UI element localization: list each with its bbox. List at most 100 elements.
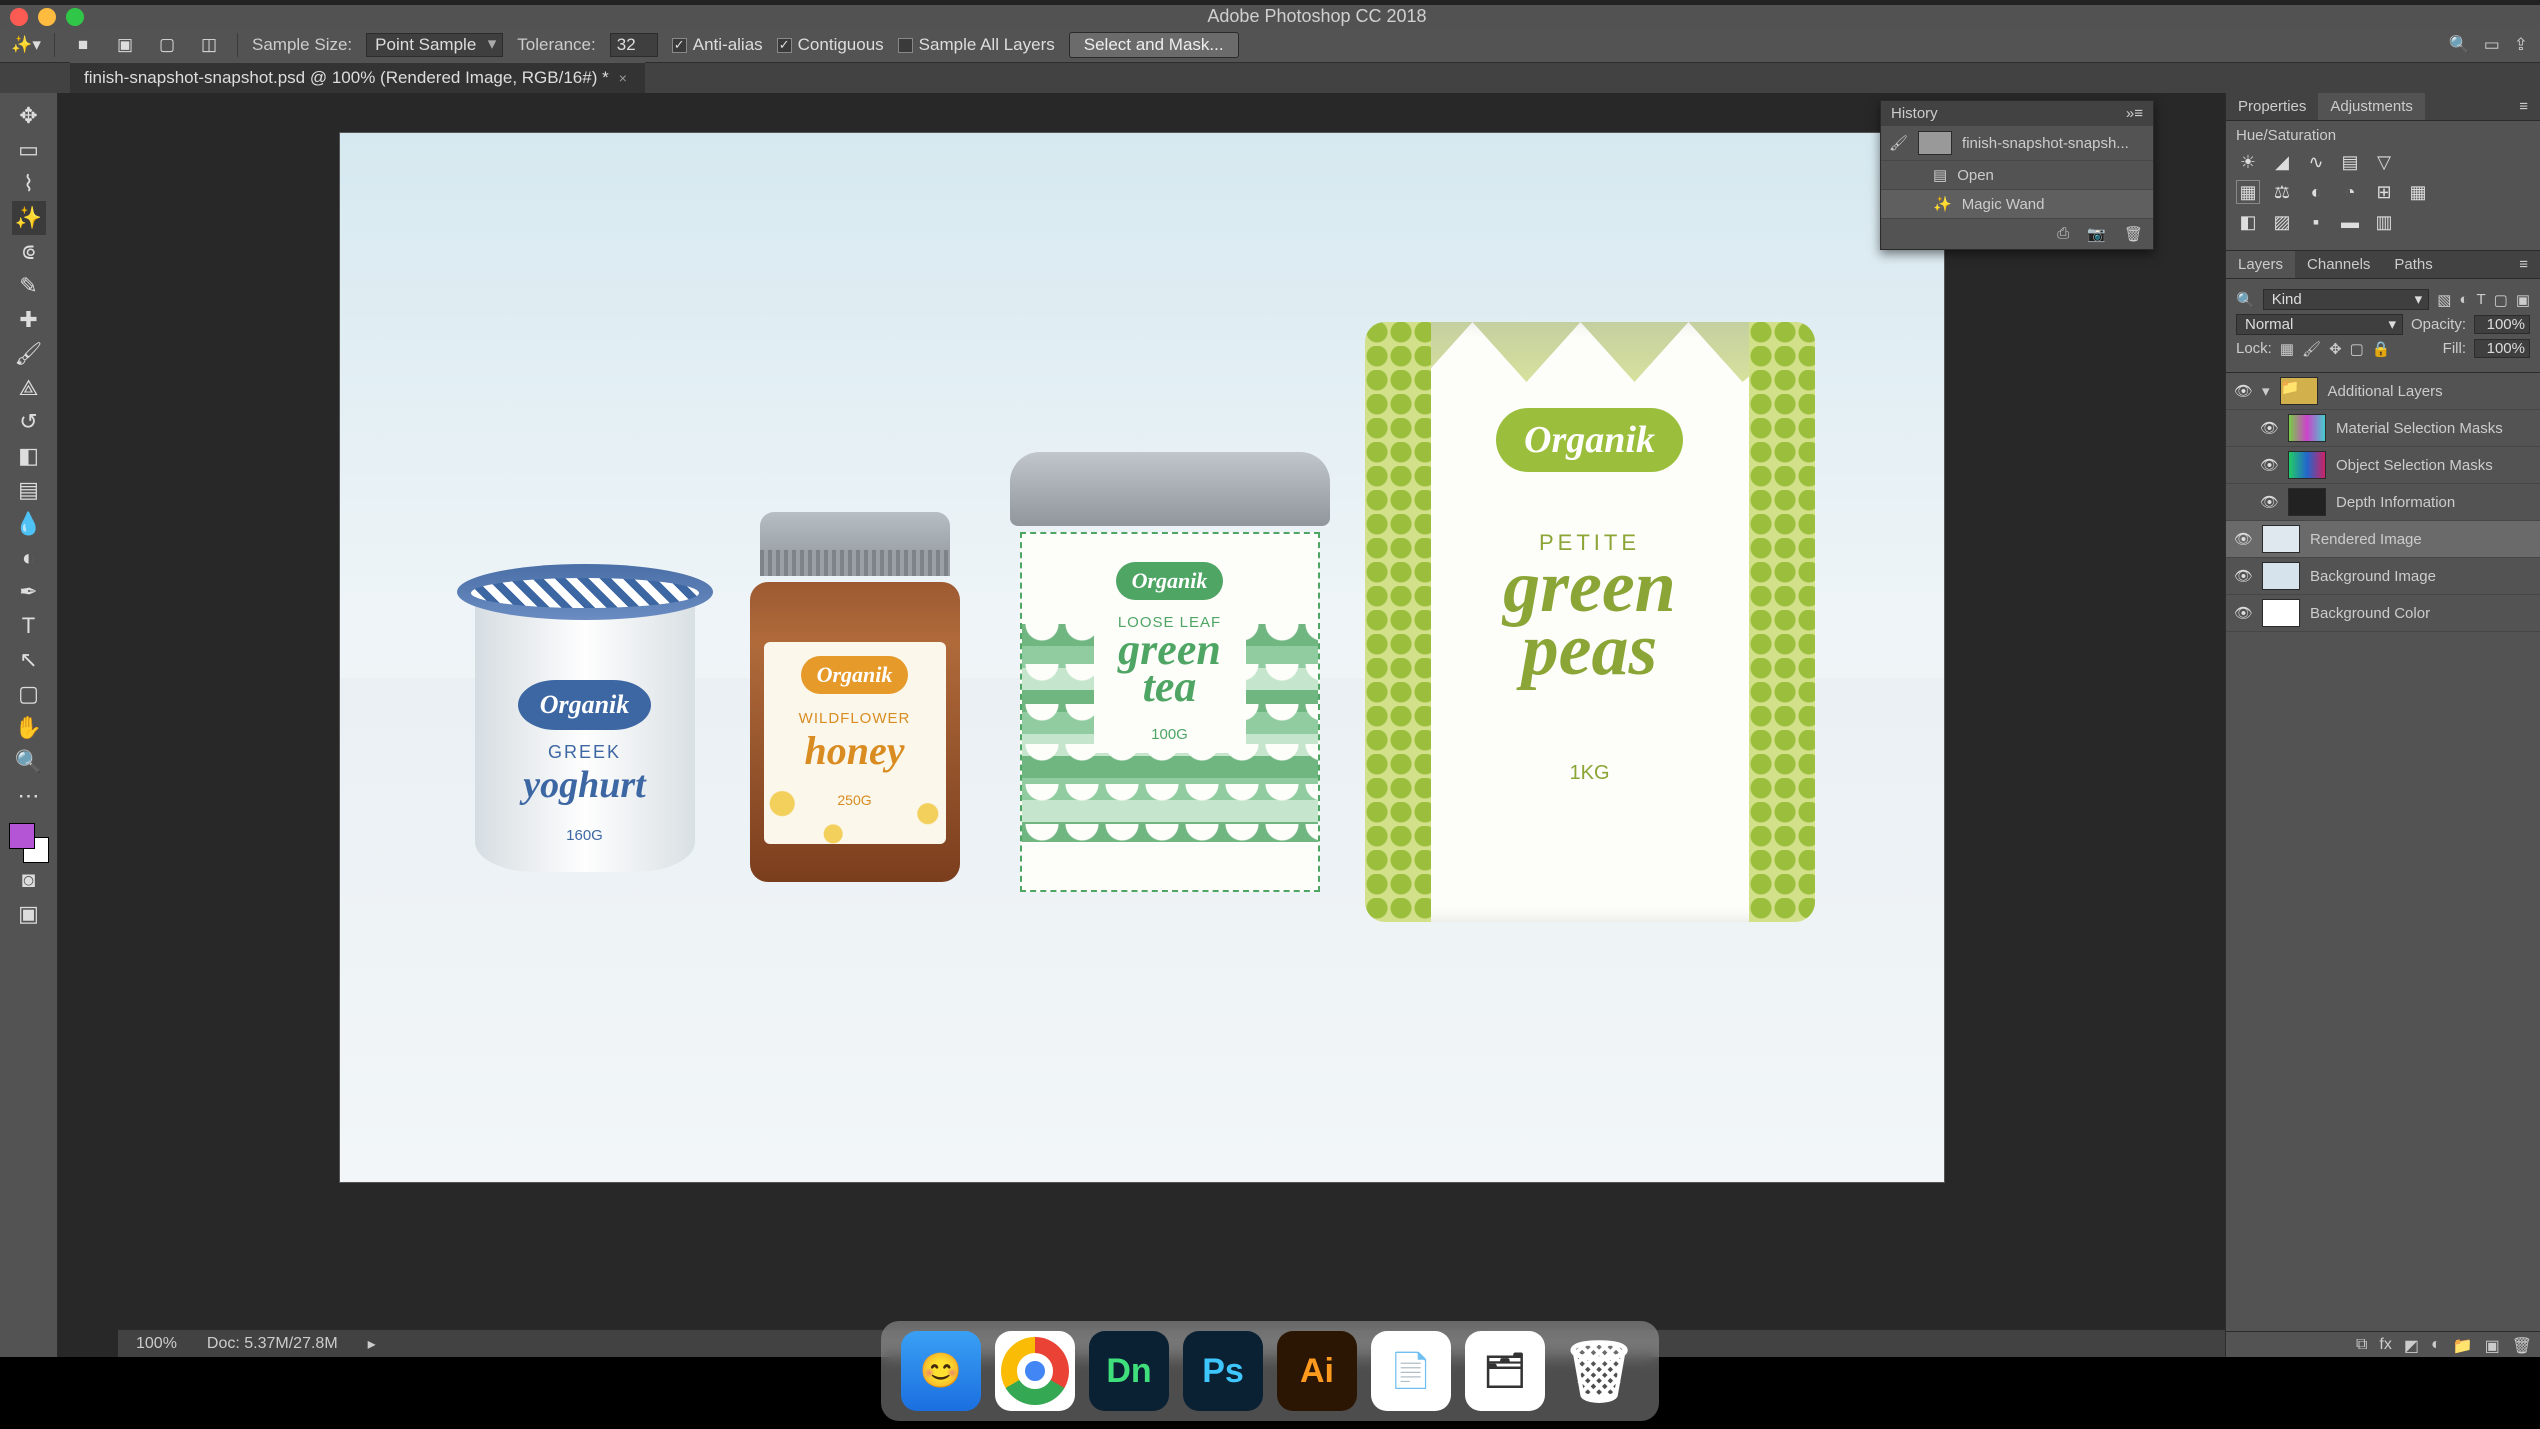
gradient-map-icon[interactable]: ▬ [2338, 210, 2362, 234]
new-snapshot-icon[interactable]: 📷 [2087, 225, 2106, 243]
collapse-icon[interactable]: » [2126, 105, 2134, 122]
selective-color-icon[interactable]: ▥ [2372, 210, 2396, 234]
pen-tool-icon[interactable]: ✒ [12, 575, 46, 609]
dock-finder-icon[interactable]: 😊 [901, 1331, 981, 1411]
filter-type-icon[interactable]: T [2476, 291, 2485, 308]
eyedropper-tool-icon[interactable]: ✎ [12, 269, 46, 303]
layer-background-color[interactable]: 👁 Background Color [2226, 595, 2540, 632]
lock-pixels-icon[interactable]: 🖌 [2302, 340, 2321, 358]
workspace-switcher-icon[interactable]: ▭ [2484, 35, 2500, 55]
filter-icon[interactable]: 🔍 [2236, 291, 2255, 309]
visibility-icon[interactable]: 👁 [2234, 530, 2252, 548]
selection-intersect-icon[interactable]: ◫ [195, 31, 223, 59]
hue-saturation-icon[interactable]: ▦ [2236, 180, 2260, 204]
layer-style-icon[interactable]: fx [2379, 1336, 2391, 1353]
eraser-tool-icon[interactable]: ◧ [12, 439, 46, 473]
posterize-icon[interactable]: ▨ [2270, 210, 2294, 234]
visibility-icon[interactable]: 👁 [2260, 419, 2278, 437]
lock-artboard-icon[interactable]: ▢ [2350, 340, 2364, 358]
screen-mode-icon[interactable]: ▣ [12, 897, 46, 931]
lock-transparency-icon[interactable]: ▦ [2280, 340, 2294, 358]
fill-input[interactable] [2474, 339, 2530, 358]
history-snapshot-row[interactable]: 🖌 finish-snapshot-snapsh... [1881, 126, 2153, 161]
gradient-tool-icon[interactable]: ▤ [12, 473, 46, 507]
sample-all-layers-checkbox[interactable]: Sample All Layers [898, 35, 1055, 55]
channel-mixer-icon[interactable]: ⊞ [2372, 180, 2396, 204]
new-group-icon[interactable]: 📁 [2453, 1336, 2473, 1353]
create-document-from-state-icon[interactable]: ⎙ [2057, 225, 2069, 243]
dock-illustrator-icon[interactable]: Ai [1277, 1331, 1357, 1411]
doc-info-arrow-icon[interactable]: ▸ [368, 1334, 376, 1354]
lock-position-icon[interactable]: ✥ [2329, 340, 2342, 358]
blur-tool-icon[interactable]: 💧 [12, 507, 46, 541]
zoom-tool-icon[interactable]: 🔍 [12, 745, 46, 779]
share-icon[interactable]: ⇪ [2514, 35, 2528, 55]
dock-document2-icon[interactable]: 🗂 [1465, 1331, 1545, 1411]
crop-tool-icon[interactable]: ⟃ [12, 235, 46, 269]
minimize-window-icon[interactable] [38, 8, 56, 26]
visibility-icon[interactable]: 👁 [2260, 456, 2278, 474]
new-layer-icon[interactable]: ▣ [2485, 1336, 2500, 1353]
quick-mask-icon[interactable]: ◙ [12, 863, 46, 897]
filter-adjust-icon[interactable]: ◐ [2459, 291, 2468, 308]
opacity-input[interactable] [2474, 315, 2530, 334]
brightness-contrast-icon[interactable]: ☀ [2236, 150, 2260, 174]
canvas-area[interactable]: Organik GREEK yoghurt 160G Organik WILDF… [58, 93, 2225, 1357]
delete-state-icon[interactable]: 🗑 [2124, 225, 2143, 243]
contiguous-checkbox[interactable]: ✓Contiguous [777, 35, 884, 55]
layer-material-masks[interactable]: 👁 Material Selection Masks [2226, 410, 2540, 447]
tolerance-input[interactable] [610, 33, 658, 57]
marquee-tool-icon[interactable]: ▭ [12, 133, 46, 167]
filter-pixel-icon[interactable]: ▧ [2437, 291, 2451, 309]
history-brush-source-icon[interactable]: 🖌 [1889, 134, 1908, 152]
layer-background-image[interactable]: 👁 Background Image [2226, 558, 2540, 595]
visibility-icon[interactable]: 👁 [2234, 382, 2252, 400]
panel-menu-icon[interactable]: ≡ [2507, 93, 2540, 120]
dock-photoshop-icon[interactable]: Ps [1183, 1331, 1263, 1411]
selection-new-icon[interactable]: ■ [69, 31, 97, 59]
levels-icon[interactable]: ◢ [2270, 150, 2294, 174]
blend-mode-dropdown[interactable]: Normal [2236, 314, 2403, 335]
dock-dimension-icon[interactable]: Dn [1089, 1331, 1169, 1411]
path-select-tool-icon[interactable]: ↖ [12, 643, 46, 677]
threshold-icon[interactable]: ▪ [2304, 210, 2328, 234]
brush-tool-icon[interactable]: 🖌 [12, 337, 46, 371]
layer-group-additional[interactable]: 👁 ▾ 📁 Additional Layers [2226, 373, 2540, 410]
layer-rendered-image[interactable]: 👁 Rendered Image [2226, 521, 2540, 558]
zoom-level[interactable]: 100% [136, 1335, 177, 1353]
clone-stamp-tool-icon[interactable]: ⟁ [12, 371, 46, 405]
layer-filter-kind-dropdown[interactable]: Kind [2263, 289, 2430, 310]
black-white-icon[interactable]: ◐ [2304, 180, 2328, 204]
lock-all-icon[interactable]: 🔒 [2372, 340, 2391, 358]
history-step-open[interactable]: ▤ Open [1881, 161, 2153, 190]
selection-subtract-icon[interactable]: ▢ [153, 31, 181, 59]
layer-object-masks[interactable]: 👁 Object Selection Masks [2226, 447, 2540, 484]
document-canvas[interactable]: Organik GREEK yoghurt 160G Organik WILDF… [340, 133, 1944, 1182]
disclosure-icon[interactable]: ▾ [2262, 382, 2270, 400]
filter-shape-icon[interactable]: ▢ [2494, 291, 2508, 309]
color-balance-icon[interactable]: ⚖ [2270, 180, 2294, 204]
hand-tool-icon[interactable]: ✋ [12, 711, 46, 745]
link-layers-icon[interactable]: ⧉ [2356, 1336, 2367, 1353]
rectangle-tool-icon[interactable]: ▢ [12, 677, 46, 711]
dodge-tool-icon[interactable]: ◐ [12, 541, 46, 575]
panel-menu-icon[interactable]: ≡ [2134, 105, 2143, 122]
history-tab-label[interactable]: History [1891, 105, 2126, 122]
history-brush-tool-icon[interactable]: ↺ [12, 405, 46, 439]
visibility-icon[interactable]: 👁 [2234, 567, 2252, 585]
history-panel[interactable]: History » ≡ 🖌 finish-snapshot-snapsh... … [1880, 100, 2154, 250]
edit-toolbar-icon[interactable]: ⋯ [12, 779, 46, 813]
sample-size-dropdown[interactable]: Point Sample [366, 33, 503, 57]
delete-layer-icon[interactable]: 🗑 [2512, 1336, 2532, 1353]
document-tab[interactable]: finish-snapshot-snapshot.psd @ 100% (Ren… [70, 62, 645, 93]
curves-icon[interactable]: ∿ [2304, 150, 2328, 174]
tab-paths[interactable]: Paths [2382, 251, 2444, 278]
select-and-mask-button[interactable]: Select and Mask... [1069, 32, 1239, 58]
maximize-window-icon[interactable] [66, 8, 84, 26]
search-icon[interactable]: 🔍 [2449, 35, 2470, 55]
invert-icon[interactable]: ◧ [2236, 210, 2260, 234]
layer-mask-icon[interactable]: ◩ [2404, 1336, 2419, 1353]
foreground-color-swatch[interactable] [9, 823, 35, 849]
lasso-tool-icon[interactable]: ⌇ [12, 167, 46, 201]
selection-add-icon[interactable]: ▣ [111, 31, 139, 59]
